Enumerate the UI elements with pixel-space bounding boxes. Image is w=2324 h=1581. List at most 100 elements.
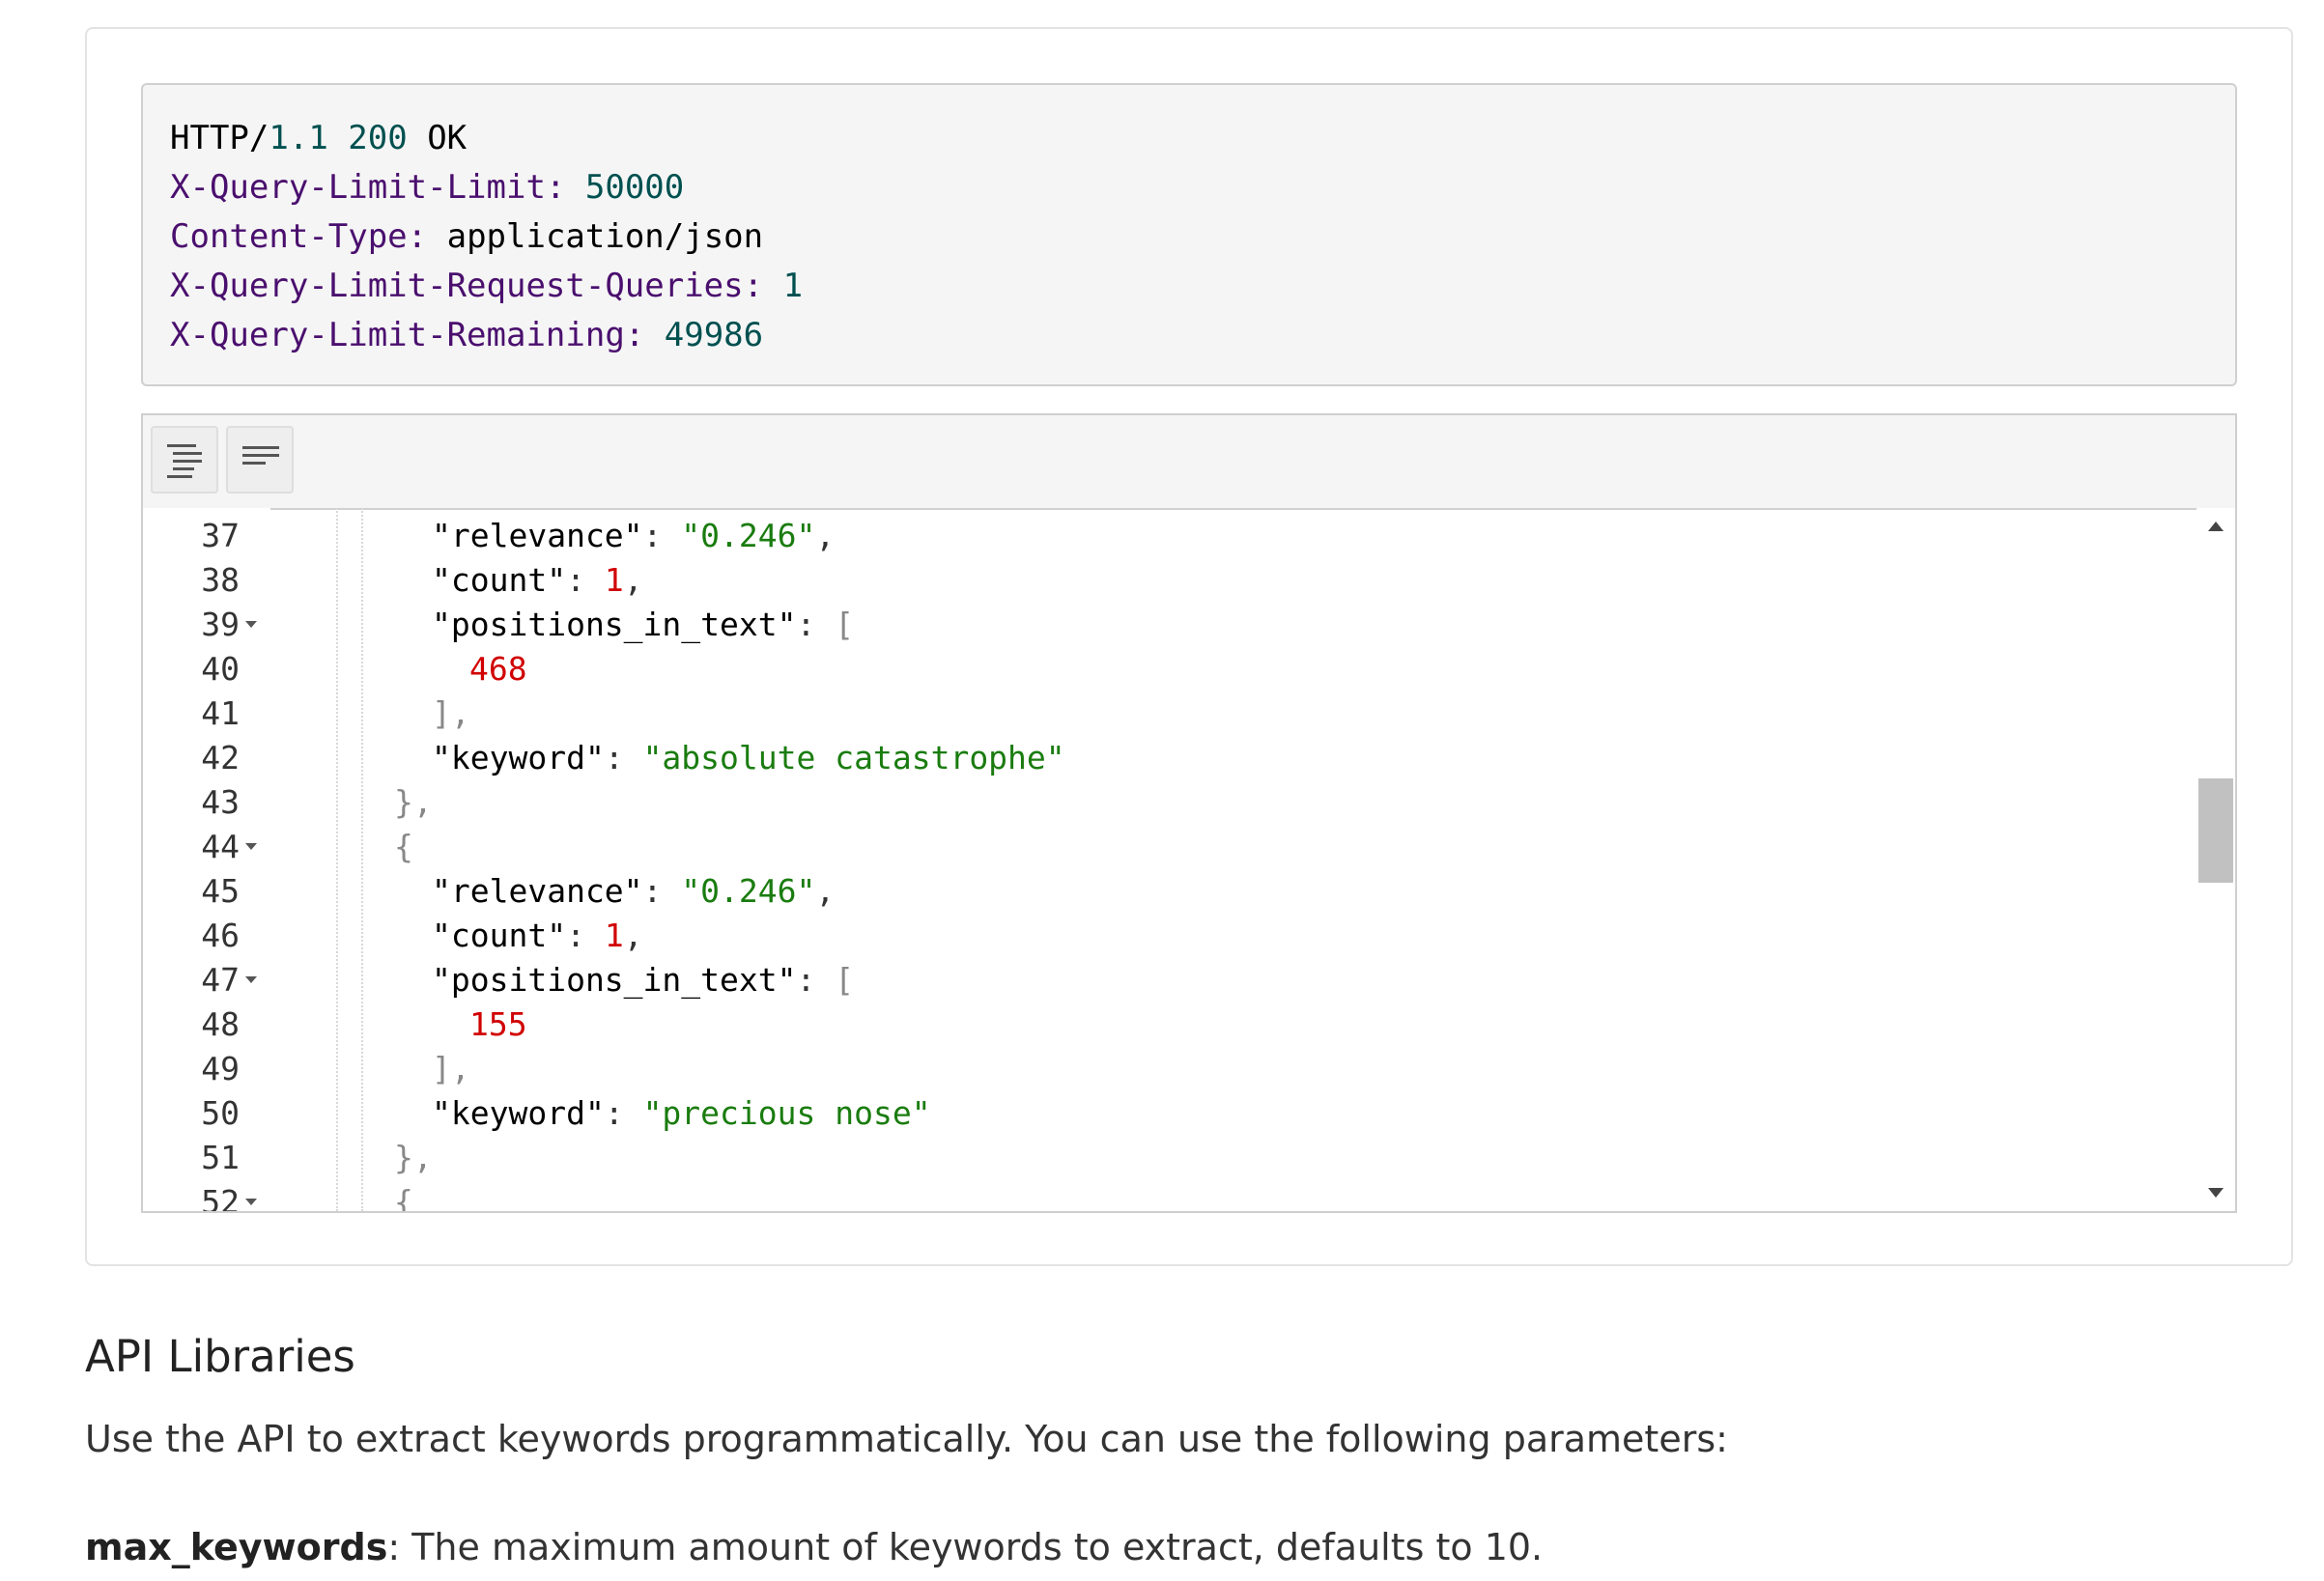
line-number: 44: [201, 828, 240, 865]
compact-icon: [242, 446, 279, 465]
json-colon: :: [604, 1094, 643, 1132]
http-proto: HTTP: [170, 119, 249, 157]
line-number: 48: [201, 1005, 240, 1043]
json-colon: :: [796, 961, 836, 999]
scroll-down-arrow-icon[interactable]: [2208, 1188, 2224, 1198]
json-colon: :: [642, 872, 682, 910]
header-sep: :: [407, 217, 447, 256]
param-name: max_keywords: [85, 1526, 388, 1568]
format-icon: [167, 444, 202, 478]
json-value: },: [394, 783, 433, 821]
line-number: 37: [201, 517, 240, 554]
header-sep: :: [624, 316, 665, 354]
code-line: 44 {: [143, 825, 2171, 869]
code-line: 46 "count": 1,: [143, 914, 2171, 958]
code-line: 52 {: [143, 1180, 2171, 1211]
editor-scrollbar[interactable]: [2196, 508, 2235, 1211]
section-title: API Libraries: [85, 1331, 355, 1382]
line-number: 47: [201, 961, 240, 999]
response-card: HTTP/1.1 200 OK X-Query-Limit-Limit: 500…: [85, 27, 2293, 1266]
code-line: 49],: [143, 1047, 2171, 1091]
compact-button[interactable]: [226, 426, 294, 494]
json-colon: :: [796, 606, 836, 643]
status-text: OK: [427, 119, 468, 157]
code-text: "count": 1,: [432, 558, 643, 603]
code-line: 50 "keyword": "precious nose": [143, 1091, 2171, 1136]
header-line: Content-Type: application/json: [170, 212, 2208, 262]
line-number: 52: [201, 1183, 240, 1211]
param-desc: : The maximum amount of keywords to extr…: [387, 1526, 1544, 1568]
code-line: 41],: [143, 692, 2171, 736]
header-name: X-Query-Limit-Remaining: [170, 316, 625, 354]
line-number: 50: [201, 1094, 240, 1132]
json-key: "count": [432, 917, 567, 954]
json-value: {: [394, 1183, 413, 1211]
code-line: 51},: [143, 1136, 2171, 1180]
code-text: "count": 1,: [432, 914, 643, 958]
line-number: 39: [201, 606, 240, 643]
param-description: max_keywords: The maximum amount of keyw…: [85, 1526, 1543, 1568]
code-line: 45 "relevance": "0.246",: [143, 869, 2171, 914]
json-colon: :: [604, 739, 643, 776]
json-key: "positions_in_text": [432, 961, 797, 999]
header-name: X-Query-Limit-Request-Queries: [170, 267, 744, 305]
code-text: "positions_in_text": [: [432, 958, 854, 1002]
fold-arrow-icon[interactable]: [245, 976, 257, 983]
http-version: 1.1: [269, 119, 328, 157]
code-line: 42 "keyword": "absolute catastrophe": [143, 736, 2171, 780]
code-text: {: [394, 825, 413, 869]
header-value: 1: [782, 267, 804, 305]
line-number: 38: [201, 561, 240, 599]
line-number: 51: [201, 1139, 240, 1176]
http-slash: /: [248, 119, 269, 157]
json-value: 1: [604, 917, 624, 954]
json-key: "keyword": [432, 1094, 605, 1132]
code-line: 43},: [143, 780, 2171, 825]
header-value: application/json: [446, 217, 764, 256]
code-text: "keyword": "absolute catastrophe": [432, 736, 1065, 780]
status-code: 200: [348, 119, 408, 157]
header-sep: :: [545, 168, 585, 207]
format-button[interactable]: [151, 426, 218, 494]
code-text: {: [394, 1180, 413, 1211]
json-comma: ,: [815, 517, 836, 554]
fold-arrow-icon[interactable]: [245, 843, 257, 850]
header-line: X-Query-Limit-Request-Queries: 1: [170, 262, 2208, 311]
line-number: 40: [201, 650, 240, 688]
status-line: HTTP/1.1 200 OK: [170, 114, 2208, 163]
json-value: [: [835, 961, 855, 999]
code-line: 47 "positions_in_text": [: [143, 958, 2171, 1002]
json-colon: :: [566, 917, 605, 954]
fold-arrow-icon[interactable]: [245, 621, 257, 628]
scroll-up-arrow-icon[interactable]: [2208, 522, 2224, 531]
line-number: 43: [201, 783, 240, 821]
code-text: },: [394, 1136, 433, 1180]
json-value: "precious nose": [642, 1094, 931, 1132]
json-value: 1: [604, 561, 624, 599]
json-value: "0.246": [681, 517, 816, 554]
line-number: 49: [201, 1050, 240, 1087]
json-colon: :: [642, 517, 682, 554]
scrollbar-thumb[interactable]: [2198, 778, 2233, 883]
code-text: "positions_in_text": [: [432, 603, 854, 647]
json-comma: ,: [623, 561, 643, 599]
json-value: 468: [469, 650, 527, 688]
line-number: 46: [201, 917, 240, 954]
json-value: {: [394, 828, 413, 865]
code-text: },: [394, 780, 433, 825]
code-text: "relevance": "0.246",: [432, 514, 835, 558]
json-comma: ,: [623, 917, 643, 954]
code-text: "keyword": "precious nose": [432, 1091, 931, 1136]
header-value: 50000: [584, 168, 685, 207]
json-comma: ,: [815, 872, 836, 910]
json-value: "absolute catastrophe": [642, 739, 1065, 776]
code-text: 155: [469, 1002, 527, 1047]
code-line: 39 "positions_in_text": [: [143, 603, 2171, 647]
code-text: ],: [432, 1047, 470, 1091]
fold-arrow-icon[interactable]: [245, 1199, 257, 1205]
code-area[interactable]: 37 "relevance": "0.246", 38 "count": 1, 39 "p…: [143, 508, 2235, 1211]
json-key: "keyword": [432, 739, 605, 776]
json-value: },: [394, 1139, 433, 1176]
json-editor[interactable]: 37 "relevance": "0.246", 38 "count": 1, 39 "p…: [141, 413, 2237, 1213]
json-value: ],: [432, 694, 470, 732]
